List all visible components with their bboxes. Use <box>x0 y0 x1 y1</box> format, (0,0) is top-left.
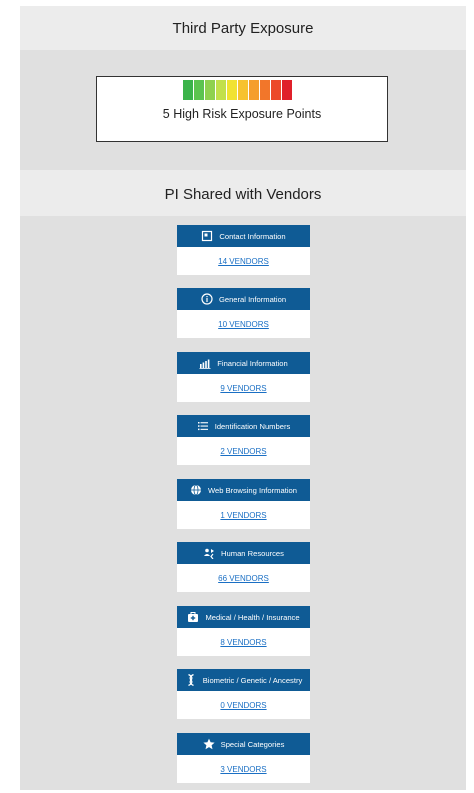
pi-card-contact-information: Contact Information 14 VENDORS <box>177 225 310 275</box>
vendor-count-link[interactable]: 0 VENDORS <box>220 701 266 710</box>
gauge-segment <box>271 80 281 100</box>
pi-card-general-information: General Information 10 VENDORS <box>177 288 310 338</box>
gauge-segment <box>249 80 259 100</box>
pi-card-label: Human Resources <box>221 548 284 558</box>
vendor-count-link[interactable]: 8 VENDORS <box>220 638 266 647</box>
list-icon <box>197 420 209 432</box>
vendor-count-link[interactable]: 1 VENDORS <box>220 511 266 520</box>
gauge-segment <box>260 80 270 100</box>
dna-icon <box>185 674 197 686</box>
gauge-segment <box>238 80 248 100</box>
globe-icon <box>190 484 202 496</box>
risk-gauge <box>183 80 292 100</box>
pi-card-web-browsing-information: Web Browsing Information 1 VENDORS <box>177 479 310 529</box>
risk-gauge-box: 5 High Risk Exposure Points <box>96 76 388 142</box>
vendor-count-link[interactable]: 14 VENDORS <box>218 257 269 266</box>
pi-card-header: Biometric / Genetic / Ancestry <box>177 669 310 691</box>
pi-card-medical-health-insurance: Medical / Health / Insurance 8 VENDORS <box>177 606 310 656</box>
vendor-count-link[interactable]: 10 VENDORS <box>218 320 269 329</box>
third-party-exposure-header: Third Party Exposure <box>20 6 466 50</box>
high-risk-label: 5 High Risk Exposure Points <box>162 107 322 121</box>
info-icon <box>201 293 213 305</box>
pi-card-header: Medical / Health / Insurance <box>177 606 310 628</box>
pi-shared-title: PI Shared with Vendors <box>164 186 322 203</box>
pi-card-header: Web Browsing Information <box>177 479 310 501</box>
bank-chart-icon <box>199 357 211 369</box>
pi-shared-header: PI Shared with Vendors <box>20 170 466 216</box>
pi-card-label: Contact Information <box>219 231 286 241</box>
pi-card-human-resources: Human Resources 66 VENDORS <box>177 542 310 592</box>
contact-card-icon <box>201 230 213 242</box>
pi-card-header: Financial Information <box>177 352 310 374</box>
pi-card-header: Human Resources <box>177 542 310 564</box>
medical-kit-icon <box>187 611 199 623</box>
vendor-count-link[interactable]: 9 VENDORS <box>220 384 266 393</box>
third-party-exposure-title: Third Party Exposure <box>172 20 314 37</box>
pi-card-financial-information: Financial Information 9 VENDORS <box>177 352 310 402</box>
pi-card-label: Web Browsing Information <box>208 485 297 495</box>
pi-card-label: Biometric / Genetic / Ancestry <box>202 675 303 685</box>
gauge-segment <box>282 80 292 100</box>
pi-card-header: Special Categories <box>177 733 310 755</box>
gauge-segment <box>205 80 215 100</box>
vendor-count-link[interactable]: 2 VENDORS <box>220 447 266 456</box>
gauge-segment <box>183 80 193 100</box>
pi-card-special-categories: Special Categories 3 VENDORS <box>177 733 310 783</box>
gauge-segment <box>227 80 237 100</box>
vendor-count-link[interactable]: 3 VENDORS <box>220 765 266 774</box>
gauge-segment <box>216 80 226 100</box>
pi-card-header: Identification Numbers <box>177 415 310 437</box>
pi-card-label: General Information <box>218 294 287 304</box>
vendor-count-link[interactable]: 66 VENDORS <box>218 574 269 583</box>
people-swap-icon <box>203 547 215 559</box>
gauge-segment <box>194 80 204 100</box>
pi-card-label: Financial Information <box>217 358 288 368</box>
pi-card-label: Medical / Health / Insurance <box>205 612 300 622</box>
pi-card-identification-numbers: Identification Numbers 2 VENDORS <box>177 415 310 465</box>
pi-card-header: Contact Information <box>177 225 310 247</box>
pi-card-label: Identification Numbers <box>214 421 291 431</box>
pi-card-header: General Information <box>177 288 310 310</box>
pi-card-label: Special Categories <box>220 739 285 749</box>
star-icon <box>203 738 215 750</box>
pi-card-biometric-genetic-ancestry: Biometric / Genetic / Ancestry 0 VENDORS <box>177 669 310 719</box>
